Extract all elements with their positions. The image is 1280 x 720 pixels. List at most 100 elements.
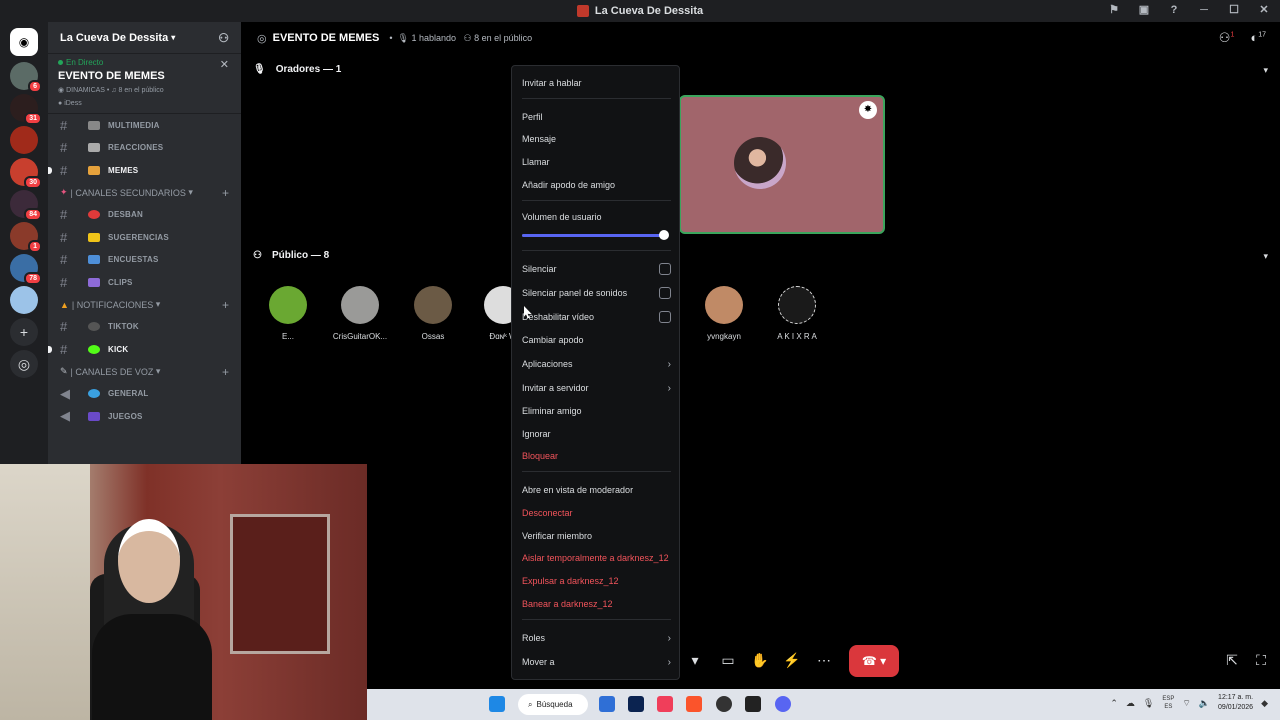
category-voice[interactable]: ✎ | CANALES DE VOZ ▾ + [48,361,241,383]
menu-message[interactable]: Mensaje [522,128,671,150]
add-channel-icon[interactable]: + [222,365,229,379]
menu-verify[interactable]: Verificar miembro [522,525,671,547]
speaker-tile[interactable]: ✸ [679,95,885,234]
menu-ban[interactable]: Banear a darknesz_12 [522,593,671,615]
tray-chevron-icon[interactable]: ⌃ [1110,698,1118,709]
channel-desban[interactable]: # DESBAN [48,204,241,227]
menu-invite-to-speak[interactable]: Invitar a hablar [522,72,671,94]
menu-disable-video[interactable]: Deshabilitar vídeo [522,306,671,328]
audience-member[interactable]: CrisGuitarOK... [328,286,392,341]
brave-icon[interactable] [686,696,702,712]
channel-reacciones[interactable]: # REACCIONES [48,137,241,160]
file-explorer-icon[interactable] [599,696,615,712]
people-icon[interactable]: ⚇1 [1219,30,1235,46]
clock[interactable]: 12:17 a. m. 09/01/2026 [1218,693,1253,713]
activity-icon[interactable]: ⚡ [777,645,807,675]
chat-icon[interactable]: ◐17 [1250,30,1266,46]
live-event-card[interactable]: En Directo EVENTO DE MEMES ◉ DINAMICAS •… [48,54,241,114]
discord-icon[interactable] [775,696,791,712]
channel-encuestas[interactable]: # ENCUESTAS [48,249,241,272]
explore-icon[interactable]: ◎ [10,350,38,378]
channel-kick[interactable]: # KICK [48,338,241,361]
audience-member[interactable]: E... [256,286,320,341]
channel-tiktok[interactable]: # TIKTOK [48,316,241,339]
add-server-icon[interactable]: + [10,318,38,346]
fullscreen-icon[interactable]: ⛶ [1246,645,1276,675]
audience-member[interactable]: yvngkayn [692,286,756,341]
obs-icon[interactable] [716,696,732,712]
menu-timeout[interactable]: Aislar temporalmente a darknesz_12 [522,547,671,569]
server-5[interactable]: 84 [10,190,42,221]
menu-mod-view[interactable]: Abre en vista de moderador [522,479,671,501]
menu-ignore[interactable]: Ignorar [522,423,671,445]
server-2[interactable]: 31 [10,94,42,125]
channel-memes[interactable]: # MEMES [48,159,241,182]
server-6[interactable]: 1 [10,222,42,253]
menu-invite-server[interactable]: Invitar a servidor › [522,377,671,399]
audience-member[interactable]: Ossas [401,286,465,341]
close-button[interactable]: ✕ [1256,3,1272,16]
server-3[interactable] [10,126,38,154]
menu-roles[interactable]: Roles › [522,627,671,649]
add-member-icon[interactable]: ⚇ [218,31,229,45]
category-secondary[interactable]: ✦ | CANALES SECUNDARIOS ▾ + [48,182,241,204]
add-channel-icon[interactable]: + [222,298,229,312]
close-icon[interactable]: ✕ [220,58,229,71]
chevron-down-icon[interactable]: ▾ [1263,251,1268,262]
language-indicator[interactable]: ESP ES [1162,695,1174,711]
maximize-button[interactable]: ☐ [1226,3,1242,16]
menu-call[interactable]: Llamar [522,151,671,173]
music-icon[interactable] [657,696,673,712]
home-icon[interactable]: ◉ [10,28,38,56]
audience-header[interactable]: ⚇ Público — 8 [253,250,329,261]
category-notifications[interactable]: ▲ | NOTIFICACIONES ▾ + [48,294,241,316]
share-screen-icon[interactable]: ▭ [713,645,743,675]
server-8[interactable] [10,286,38,314]
mic-icon[interactable]: 🎙 [1143,698,1154,709]
menu-move[interactable]: Mover a › [522,651,671,673]
chevron-down-icon[interactable]: ▾ [1263,65,1268,76]
video-checkbox[interactable] [659,311,671,323]
more-icon[interactable]: ⋯ [809,645,839,675]
channel-juegos[interactable]: ◀ JUEGOS [48,405,241,428]
menu-block[interactable]: Bloquear [522,445,671,467]
server-7[interactable]: 78 [10,254,42,285]
menu-mute[interactable]: Silenciar [522,258,671,280]
channel-general[interactable]: ◀ GENERAL [48,383,241,406]
wifi-icon[interactable]: ⌔ [1182,698,1190,709]
menu-mute-soundboard[interactable]: Silenciar panel de sonidos [522,282,671,304]
photoshop-icon[interactable] [628,696,644,712]
soundboard-checkbox[interactable] [659,287,671,299]
raise-hand-icon[interactable]: ✋ [745,645,775,675]
menu-add-nickname[interactable]: Añadir apodo de amigo [522,174,671,196]
cloud-icon[interactable]: ☁ [1126,698,1135,709]
menu-kick[interactable]: Expulsar a darknesz_12 [522,570,671,592]
server-4[interactable]: 30 [10,158,42,189]
audience-member[interactable]: A K I X R A [765,286,829,341]
speakers-header[interactable]: 🎙 Oradores — 1 [253,64,341,75]
server-1[interactable]: 6 [10,62,42,93]
add-channel-icon[interactable]: + [222,186,229,200]
inbox-icon[interactable]: ▣ [1136,3,1152,16]
capture-icon[interactable] [745,696,761,712]
volume-slider[interactable] [522,230,670,240]
menu-profile[interactable]: Perfil [522,106,671,128]
taskbar-search[interactable]: ⌕ Búsqueda [518,694,588,715]
start-icon[interactable] [489,696,505,712]
server-header[interactable]: La Cueva De Dessita ▾ ⚇ [48,22,241,54]
menu-disconnect[interactable]: Desconectar [522,502,671,524]
channel-clips[interactable]: # CLIPS [48,271,241,294]
mute-checkbox[interactable] [659,263,671,275]
popout-icon[interactable]: ⇱ [1217,645,1247,675]
channel-sugerencias[interactable]: # SUGERENCIAS [48,226,241,249]
notifications-icon[interactable]: ◆ [1261,698,1268,709]
chevron-down-icon[interactable]: ▾ [680,645,710,675]
disconnect-button[interactable]: ☎ ▾ [849,645,899,677]
help-icon[interactable]: ? [1166,4,1182,16]
menu-remove-friend[interactable]: Eliminar amigo [522,400,671,422]
channel-multimedia[interactable]: # MULTIMEDIA [48,114,241,137]
menu-apps[interactable]: Aplicaciones › [522,353,671,375]
volume-knob[interactable] [659,230,670,240]
minimize-button[interactable]: ─ [1196,4,1212,16]
volume-icon[interactable]: 🔈 [1199,698,1210,709]
